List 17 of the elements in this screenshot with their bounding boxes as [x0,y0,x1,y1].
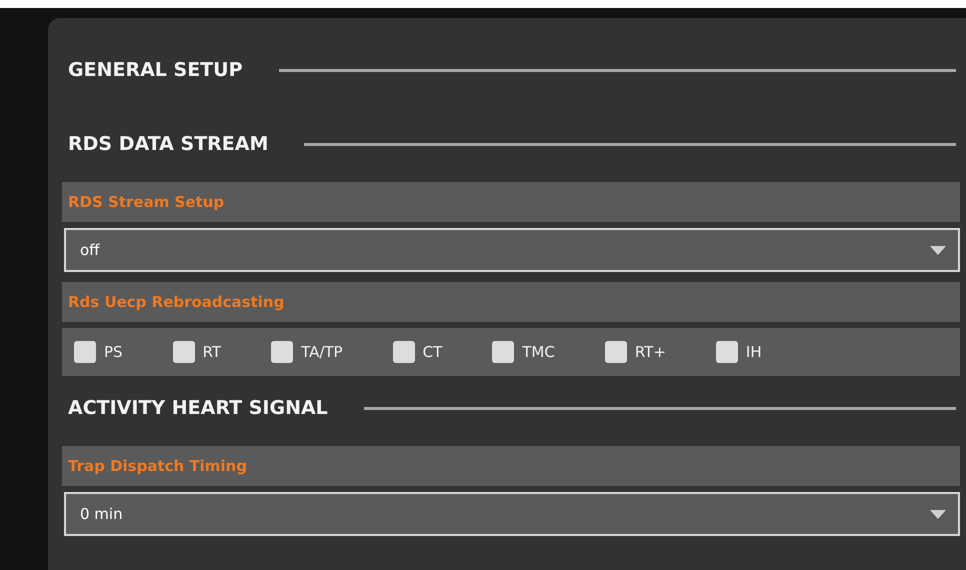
section-heading: ACTIVITY HEART SIGNAL [68,396,328,421]
field-label: Trap Dispatch Timing [62,446,960,486]
checkbox[interactable]: CT [392,340,442,364]
section-heading: RDS DATA STREAM [68,132,268,157]
dropdown-field[interactable]: 0 min [64,492,960,536]
section-heading: GENERAL SETUP [68,58,242,83]
checkbox[interactable]: PS [74,340,123,364]
checkbox[interactable]: IH [716,340,762,364]
field-label: Rds Uecp Rebroadcasting [62,282,960,322]
caret-icon [930,246,946,254]
checkbox[interactable]: TMC [492,340,555,364]
field-label: RDS Stream Setup [62,182,960,222]
dropdown-field[interactable]: off [64,228,960,272]
checkbox[interactable]: TA/TP [271,340,343,364]
caret-icon [930,510,946,518]
checkbox[interactable]: RT [172,340,222,364]
checkbox[interactable]: RT+ [604,340,666,364]
